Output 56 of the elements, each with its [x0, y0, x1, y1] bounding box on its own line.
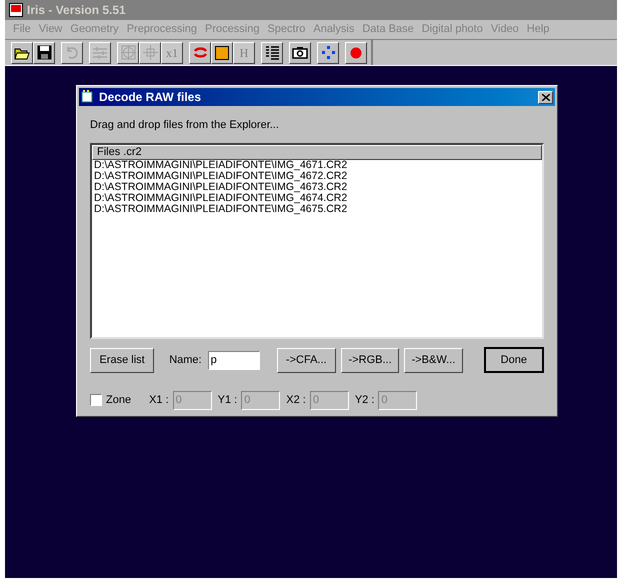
four-dots-icon	[322, 46, 334, 59]
toolbar-button[interactable]	[211, 42, 233, 64]
zone-checkbox[interactable]	[90, 394, 102, 406]
sliders-icon	[92, 46, 108, 60]
menu-item[interactable]: Digital photo	[418, 21, 487, 38]
done-button[interactable]: Done	[484, 347, 544, 373]
coordinate-label: Y1 :	[218, 392, 238, 408]
record-dot-icon	[350, 46, 362, 58]
swirl-arrows-icon	[192, 45, 208, 60]
menu-item[interactable]: Processing	[201, 21, 264, 38]
menu-item[interactable]: View	[34, 21, 66, 38]
convert-button[interactable]: ->RGB...	[340, 348, 400, 372]
menu-item[interactable]: Analysis	[309, 21, 358, 38]
toolbar-button[interactable]	[33, 42, 55, 64]
toolbar-button[interactable]	[317, 42, 339, 64]
column-header[interactable]: Files .cr2	[92, 145, 542, 160]
instruction-text: Drag and drop files from the Explorer...	[90, 118, 280, 131]
zone-label: Zone	[106, 392, 132, 408]
menu-item[interactable]: Video	[486, 21, 523, 38]
dialog-title: Decode RAW files	[99, 89, 202, 106]
file-row[interactable]: D:\ASTROIMMAGINI\PLEIADIFONTE\IMG_4671.CR2	[92, 160, 542, 171]
name-field[interactable]: p	[208, 350, 260, 370]
coordinate-label: X1 :	[149, 392, 169, 408]
close-icon	[542, 94, 550, 100]
target-icon	[120, 45, 136, 60]
menu-item[interactable]: Geometry	[66, 21, 123, 38]
app-icon	[9, 3, 23, 17]
file-row[interactable]: D:\ASTROIMMAGINI\PLEIADIFONTE\IMG_4672.CR2	[92, 171, 542, 182]
menu-item[interactable]: Data Base	[358, 21, 418, 38]
name-label: Name:	[169, 352, 202, 368]
file-row[interactable]: D:\ASTROIMMAGINI\PLEIADIFONTE\IMG_4673.CR2	[92, 182, 542, 193]
close-button[interactable]	[538, 90, 553, 104]
menu-item[interactable]: File	[9, 21, 35, 38]
menu-item[interactable]: Spectro	[263, 21, 310, 38]
toolbar-button[interactable]	[189, 42, 211, 64]
toolbar-button[interactable]	[345, 42, 367, 64]
folder-icon	[14, 46, 30, 60]
erase-list-button[interactable]: Erase list	[90, 348, 154, 372]
square-icon	[215, 46, 229, 60]
file-row[interactable]: D:\ASTROIMMAGINI\PLEIADIFONTE\IMG_4675.CR2	[92, 204, 542, 215]
coordinate-label: Y2 :	[354, 392, 374, 408]
menu-item[interactable]: Help	[522, 21, 554, 38]
toolbar-button[interactable]	[261, 42, 283, 64]
convert-button[interactable]: ->B&W...	[404, 348, 463, 372]
dialog-icon	[81, 90, 95, 104]
convert-button[interactable]: ->CFA...	[276, 348, 336, 372]
coordinate-label: X2 :	[286, 392, 306, 408]
window-title: Iris - Version 5.51	[27, 2, 126, 19]
toolbar-button[interactable]	[11, 42, 33, 64]
toolbar-button[interactable]	[289, 42, 311, 64]
menu-item[interactable]: Preprocessing	[122, 21, 202, 38]
camera-icon	[292, 46, 308, 59]
undo-arrow-icon	[64, 46, 80, 59]
file-row[interactable]: D:\ASTROIMMAGINI\PLEIADIFONTE\IMG_4674.CR2	[92, 193, 542, 204]
list-icon	[264, 45, 280, 60]
crosshair-icon	[142, 45, 158, 60]
